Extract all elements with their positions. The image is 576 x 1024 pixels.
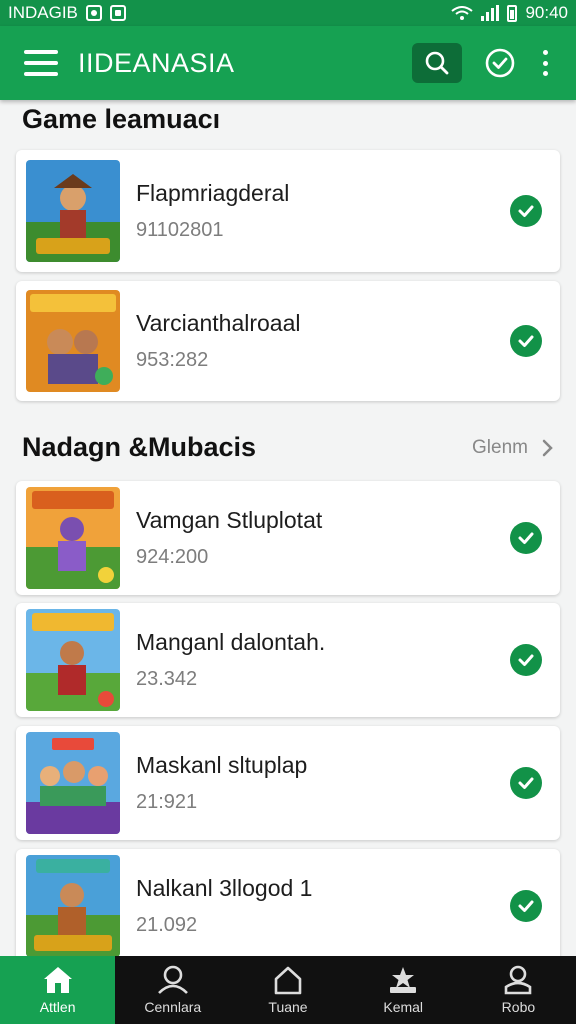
nav-item-people[interactable]: Cennlara bbox=[115, 956, 230, 1024]
carrier-label: INDAGIB bbox=[8, 3, 78, 22]
item-subtitle: 21.092 bbox=[136, 914, 198, 936]
list-item[interactable]: Maskanl sltuplap 21:921 bbox=[16, 726, 560, 840]
section-header-featured: Nadagn &Mubacis Glenm bbox=[22, 432, 554, 463]
item-title: Manganl dalontah. bbox=[136, 629, 326, 655]
item-title: Flapmriagderal bbox=[136, 180, 290, 206]
chevron-right-icon bbox=[542, 439, 553, 456]
notification-icon bbox=[85, 5, 102, 21]
search-icon bbox=[425, 51, 449, 75]
app-notification-icon bbox=[109, 5, 126, 21]
menu-icon[interactable] bbox=[24, 50, 58, 76]
check-icon bbox=[510, 767, 542, 799]
list-item[interactable]: Vamgan Stluplotat 924:200 bbox=[16, 481, 560, 595]
wifi-icon bbox=[451, 6, 474, 20]
item-title: Nalkanl 3llogod 1 bbox=[136, 875, 313, 901]
item-subtitle: 23.342 bbox=[136, 668, 198, 690]
house-outline-icon bbox=[274, 966, 302, 995]
item-subtitle: 953:282 bbox=[136, 349, 209, 371]
nav-label: Kemal bbox=[383, 999, 424, 1015]
nav-item-profile[interactable]: Robo bbox=[461, 956, 576, 1024]
game-thumbnail bbox=[26, 487, 120, 589]
app-title: IIDEANASIA bbox=[78, 47, 235, 78]
section-title: Game leamuacı bbox=[22, 104, 221, 134]
game-thumbnail bbox=[26, 855, 120, 957]
section-header-games: Game leamuacı bbox=[22, 104, 554, 135]
nav-label: Attlen bbox=[39, 999, 76, 1015]
see-more-link[interactable]: Glenm bbox=[472, 437, 554, 459]
battery-icon bbox=[507, 4, 518, 22]
game-thumbnail bbox=[26, 290, 120, 392]
item-subtitle: 21:921 bbox=[136, 791, 198, 813]
profile-icon bbox=[505, 965, 532, 995]
nav-item-house[interactable]: Tuane bbox=[230, 956, 345, 1024]
nav-item-home[interactable]: Attlen bbox=[0, 956, 116, 1024]
check-icon bbox=[510, 195, 542, 227]
person-icon bbox=[157, 965, 188, 994]
list-item[interactable]: Flapmriagderal 91102801 bbox=[16, 150, 560, 272]
game-thumbnail bbox=[26, 609, 120, 711]
more-options-icon[interactable] bbox=[538, 50, 552, 76]
home-icon bbox=[43, 967, 72, 993]
status-bar: INDAGIB 90:40 bbox=[0, 0, 576, 26]
item-subtitle: 91102801 bbox=[136, 219, 224, 241]
list-item[interactable]: Nalkanl 3llogod 1 21.092 bbox=[16, 849, 560, 963]
item-title: Maskanl sltuplap bbox=[136, 752, 308, 778]
app-bar: IIDEANASIA bbox=[0, 26, 576, 100]
star-inbox-icon bbox=[390, 967, 417, 993]
verified-button[interactable] bbox=[480, 43, 520, 83]
item-title: Varcianthalroaal bbox=[136, 310, 301, 336]
nav-label: Tuane bbox=[268, 999, 308, 1015]
check-icon bbox=[510, 644, 542, 676]
see-more-label: Glenm bbox=[472, 436, 528, 458]
clock: 90:40 bbox=[525, 3, 568, 22]
nav-label: Robo bbox=[501, 999, 536, 1015]
signal-icon bbox=[481, 5, 500, 21]
nav-label: Cennlara bbox=[144, 999, 202, 1015]
list-item[interactable]: Varcianthalroaal 953:282 bbox=[16, 281, 560, 401]
nav-item-inbox[interactable]: Kemal bbox=[346, 956, 461, 1024]
check-icon bbox=[510, 522, 542, 554]
badge-check-icon bbox=[485, 48, 515, 78]
search-button[interactable] bbox=[412, 43, 462, 83]
item-title: Vamgan Stluplotat bbox=[136, 507, 323, 533]
check-icon bbox=[510, 325, 542, 357]
list-item[interactable]: Manganl dalontah. 23.342 bbox=[16, 603, 560, 717]
check-icon bbox=[510, 890, 542, 922]
game-thumbnail bbox=[26, 160, 120, 262]
game-thumbnail bbox=[26, 732, 120, 834]
bottom-navigation: Attlen Cennlara Tuane Kemal Robo bbox=[0, 956, 576, 1024]
section-title: Nadagn &Mubacis bbox=[22, 432, 257, 462]
item-subtitle: 924:200 bbox=[136, 546, 209, 568]
